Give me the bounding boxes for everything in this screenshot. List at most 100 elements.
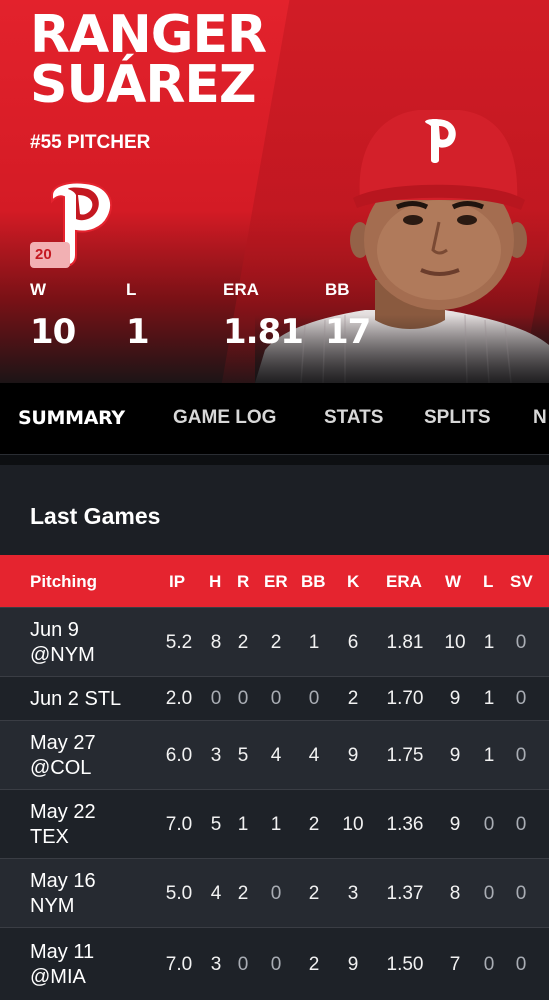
cell-era: 1.70 xyxy=(386,688,424,709)
cell-ip: 7.0 xyxy=(165,953,193,975)
cell-bb: 2 xyxy=(308,813,320,835)
stat-value: 10 xyxy=(30,312,76,352)
cell-l: 1 xyxy=(483,744,495,766)
stat-value: 17 xyxy=(325,312,371,352)
cell-h: 8 xyxy=(210,631,222,653)
cell-l: 0 xyxy=(483,953,495,975)
cell-bb: 4 xyxy=(308,744,320,766)
game-label-line: May 11 xyxy=(30,940,95,963)
player-number-position: #55 PITCHER xyxy=(30,132,151,153)
cell-ip: 7.0 xyxy=(165,813,193,835)
game-label-line: TEX xyxy=(30,825,69,848)
cell-l: 0 xyxy=(483,882,495,904)
cell-l: 0 xyxy=(483,813,495,835)
cell-w: 9 xyxy=(449,688,461,709)
cell-k: 2 xyxy=(347,688,359,709)
cell-h: 5 xyxy=(210,813,222,835)
cell-er: 4 xyxy=(270,744,282,766)
section-divider xyxy=(0,455,549,465)
cell-w: 9 xyxy=(449,813,461,835)
player-first-name: RANGER xyxy=(30,5,267,65)
cell-h: 4 xyxy=(210,882,222,904)
season-year-tag[interactable]: 20 xyxy=(30,242,70,268)
cell-er: 0 xyxy=(270,882,282,904)
col-ip: IP xyxy=(169,572,186,591)
stat-walks: BB 17 xyxy=(325,280,371,352)
col-pitching: Pitching xyxy=(30,572,98,591)
game-label: Jun 2 STL xyxy=(30,687,150,712)
cell-w: 9 xyxy=(449,744,461,766)
stat-wins: W 10 xyxy=(30,280,76,352)
game-label-line: Jun 9 xyxy=(30,618,79,641)
tab-news[interactable]: N xyxy=(533,407,547,429)
cell-era: 1.50 xyxy=(386,953,424,975)
col-k: K xyxy=(347,572,360,591)
cell-r: 5 xyxy=(237,744,249,766)
cell-r: 2 xyxy=(237,882,249,904)
cell-w: 8 xyxy=(449,882,461,904)
col-h: H xyxy=(209,572,222,591)
col-r: R xyxy=(237,572,250,591)
tab-splits[interactable]: SPLITS xyxy=(424,407,491,429)
game-label: May 16 NYM xyxy=(30,869,150,919)
cell-ip: 5.2 xyxy=(165,631,193,653)
cell-w: 7 xyxy=(449,953,461,975)
player-last-name: SUÁREZ xyxy=(30,55,257,115)
col-w: W xyxy=(445,572,462,591)
cell-era: 1.81 xyxy=(386,631,424,653)
cell-ip: 5.0 xyxy=(165,882,193,904)
player-hero: RANGER SUÁREZ #55 PITCHER 20 W 10 L 1 ER… xyxy=(0,0,549,383)
cell-sv: 0 xyxy=(515,631,527,653)
game-row[interactable]: May 22 TEX 7.0 5 1 1 2 10 1.36 9 0 0 xyxy=(0,789,549,858)
cell-sv: 0 xyxy=(515,688,527,709)
cell-r: 2 xyxy=(237,631,249,653)
cell-w: 10 xyxy=(444,631,466,653)
cell-bb: 2 xyxy=(308,882,320,904)
section-title: Last Games xyxy=(30,503,161,529)
cell-sv: 0 xyxy=(515,744,527,766)
cell-er: 2 xyxy=(270,631,282,653)
cell-sv: 0 xyxy=(515,953,527,975)
cell-l: 1 xyxy=(483,631,495,653)
cell-h: 3 xyxy=(210,744,222,766)
game-row[interactable]: Jun 2 STL 2.0 0 0 0 0 2 1.70 9 1 0 xyxy=(0,676,549,720)
game-label-line: May 22 xyxy=(30,800,96,823)
game-label-line: Jun 2 STL xyxy=(30,687,122,710)
game-label-line: @NYM xyxy=(30,643,95,666)
game-label: May 22 TEX xyxy=(30,800,150,850)
cell-bb: 2 xyxy=(308,953,320,975)
stat-value: 1 xyxy=(126,312,150,352)
tab-summary[interactable]: SUMMARY xyxy=(18,407,125,429)
cell-bb: 1 xyxy=(308,631,320,653)
col-l: L xyxy=(483,572,494,591)
game-row[interactable]: May 16 NYM 5.0 4 2 0 2 3 1.37 8 0 0 xyxy=(0,858,549,927)
game-row[interactable]: May 27 @COL 6.0 3 5 4 4 9 1.75 9 1 0 xyxy=(0,720,549,789)
game-label: Jun 9 @NYM xyxy=(30,618,150,668)
stat-label: ERA xyxy=(223,280,259,299)
col-bb: BB xyxy=(301,572,326,591)
game-row[interactable]: May 11 @MIA 7.0 3 0 0 2 9 1.50 7 0 0 xyxy=(0,927,549,1000)
cell-r: 0 xyxy=(237,688,249,709)
cell-sv: 0 xyxy=(515,813,527,835)
cell-k: 9 xyxy=(347,744,359,766)
game-row[interactable]: Jun 9 @NYM 5.2 8 2 2 1 6 1.81 10 1 0 xyxy=(0,607,549,676)
col-er: ER xyxy=(264,572,288,591)
tab-game-log[interactable]: GAME LOG xyxy=(173,407,276,429)
game-label-line: @COL xyxy=(30,756,92,779)
table-header: Pitching IP H R ER BB K ERA W L SV xyxy=(0,555,549,607)
cell-bb: 0 xyxy=(308,688,320,709)
player-tabs: SUMMARY GAME LOG STATS SPLITS N xyxy=(0,383,549,455)
game-label-line: @MIA xyxy=(30,965,86,988)
cell-er: 0 xyxy=(270,688,282,709)
cell-k: 9 xyxy=(347,953,359,975)
cell-er: 1 xyxy=(270,813,282,835)
game-label: May 11 @MIA xyxy=(30,940,150,990)
game-label-line: May 27 xyxy=(30,731,96,754)
cell-ip: 6.0 xyxy=(165,744,193,766)
cell-era: 1.36 xyxy=(386,813,424,835)
col-sv: SV xyxy=(510,572,533,591)
game-label-line: May 16 xyxy=(30,869,96,892)
tab-stats[interactable]: STATS xyxy=(324,407,383,429)
cell-h: 3 xyxy=(210,953,222,975)
cell-era: 1.37 xyxy=(386,882,424,904)
